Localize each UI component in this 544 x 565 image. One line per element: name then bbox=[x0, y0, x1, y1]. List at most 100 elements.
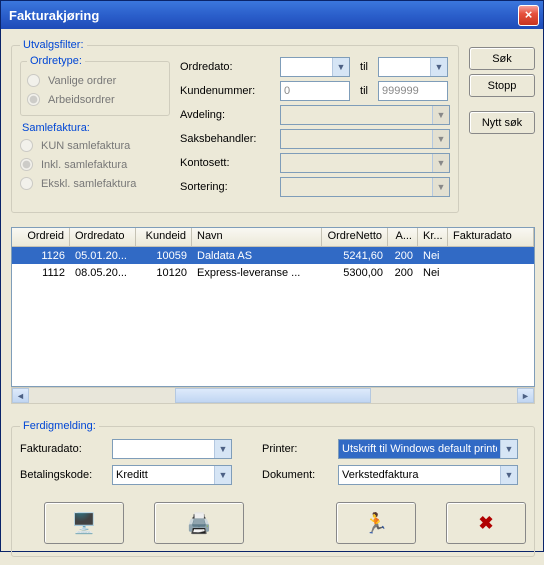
col-ordredato[interactable]: Ordredato bbox=[70, 228, 136, 247]
kontosett-input bbox=[281, 154, 432, 172]
ferdigmelding-legend: Ferdigmelding: bbox=[20, 420, 99, 432]
sortering-input bbox=[281, 178, 432, 196]
fakturadato-input[interactable] bbox=[113, 440, 214, 458]
ordredato-to-combo[interactable]: ▼ bbox=[378, 57, 448, 77]
screen-button[interactable] bbox=[44, 502, 124, 544]
cell bbox=[448, 272, 534, 274]
cancel-button[interactable]: ✖ bbox=[446, 502, 526, 544]
grid-header-row: Ordreid Ordredato Kundeid Navn OrdreNett… bbox=[12, 228, 534, 247]
betalingskode-label: Betalingskode: bbox=[20, 469, 106, 481]
col-kundeid[interactable]: Kundeid bbox=[136, 228, 192, 247]
run-button[interactable] bbox=[336, 502, 416, 544]
horizontal-scrollbar[interactable]: ◄ ► bbox=[11, 387, 535, 404]
window-title: Fakturakjøring bbox=[9, 8, 518, 23]
cell: 05.01.20... bbox=[70, 249, 136, 263]
saksbehandler-label: Saksbehandler: bbox=[180, 133, 280, 145]
close-button[interactable]: × bbox=[518, 5, 539, 26]
dokument-input[interactable] bbox=[339, 466, 500, 484]
saksbehandler-combo[interactable]: ▼ bbox=[280, 129, 450, 149]
scroll-track[interactable] bbox=[29, 388, 517, 403]
fakturadato-label: Fakturadato: bbox=[20, 443, 106, 455]
kundenummer-from-input[interactable] bbox=[280, 81, 350, 101]
sortering-combo[interactable]: ▼ bbox=[280, 177, 450, 197]
filter-fieldset: Utvalgsfilter: Ordretype: Vanlige ordrer… bbox=[11, 39, 459, 213]
table-row[interactable]: 1112 08.05.20... 10120 Express-leveranse… bbox=[12, 264, 534, 281]
printer-input[interactable] bbox=[339, 440, 500, 458]
kun-samlefaktura-label: KUN samlefaktura bbox=[41, 140, 130, 152]
til-label-2: til bbox=[350, 85, 378, 97]
cell: 10120 bbox=[136, 266, 192, 280]
avdeling-input bbox=[281, 106, 432, 124]
printer-combo[interactable]: ▼ bbox=[338, 439, 518, 459]
cell: 1126 bbox=[12, 249, 70, 263]
sok-button[interactable]: Søk bbox=[469, 47, 535, 70]
ordredato-from-combo[interactable]: ▼ bbox=[280, 57, 350, 77]
ordredato-to-input[interactable] bbox=[379, 58, 430, 76]
x-icon: ✖ bbox=[478, 513, 493, 534]
ordredato-from-input[interactable] bbox=[281, 58, 332, 76]
stopp-button[interactable]: Stopp bbox=[469, 74, 535, 97]
dokument-combo[interactable]: ▼ bbox=[338, 465, 518, 485]
chevron-down-icon[interactable]: ▼ bbox=[430, 58, 447, 76]
vanlige-ordrer-label: Vanlige ordrer bbox=[48, 75, 116, 87]
window: Fakturakjøring × Utvalgsfilter: Ordretyp… bbox=[0, 0, 544, 552]
cell: 1112 bbox=[12, 266, 70, 280]
avdeling-combo[interactable]: ▼ bbox=[280, 105, 450, 125]
print-button[interactable] bbox=[154, 502, 244, 544]
cell: 200 bbox=[388, 266, 418, 280]
betalingskode-input[interactable] bbox=[113, 466, 214, 484]
samlefaktura-legend: Samlefaktura: bbox=[22, 122, 170, 134]
fakturadato-combo[interactable]: ▼ bbox=[112, 439, 232, 459]
col-a[interactable]: A... bbox=[388, 228, 418, 247]
cell: 08.05.20... bbox=[70, 266, 136, 280]
client-area: Utvalgsfilter: Ordretype: Vanlige ordrer… bbox=[1, 29, 543, 565]
cell: Nei bbox=[418, 249, 448, 263]
chevron-down-icon[interactable]: ▼ bbox=[432, 178, 449, 196]
ferdigmelding-fieldset: Ferdigmelding: Fakturadato: ▼ Betalingsk… bbox=[11, 420, 535, 557]
printer-icon bbox=[187, 511, 212, 536]
inkl-samlefaktura-radio bbox=[20, 158, 33, 171]
chevron-down-icon[interactable]: ▼ bbox=[500, 466, 517, 484]
chevron-down-icon[interactable]: ▼ bbox=[214, 440, 231, 458]
col-ordreid[interactable]: Ordreid bbox=[12, 228, 70, 247]
cell: Nei bbox=[418, 266, 448, 280]
ordretype-legend: Ordretype: bbox=[27, 55, 85, 67]
results-grid[interactable]: Ordreid Ordredato Kundeid Navn OrdreNett… bbox=[11, 227, 535, 387]
running-man-icon bbox=[364, 511, 389, 536]
cell bbox=[448, 255, 534, 257]
nytt-sok-button[interactable]: Nytt søk bbox=[469, 111, 535, 134]
kontosett-label: Kontosett: bbox=[180, 157, 280, 169]
kundenummer-to-input[interactable] bbox=[378, 81, 448, 101]
filter-legend: Utvalgsfilter: bbox=[20, 39, 87, 51]
cell: 5300,00 bbox=[322, 266, 388, 280]
cell: 10059 bbox=[136, 249, 192, 263]
avdeling-label: Avdeling: bbox=[180, 109, 280, 121]
ordredato-label: Ordredato: bbox=[180, 61, 280, 73]
chevron-down-icon[interactable]: ▼ bbox=[432, 106, 449, 124]
col-fakturadato[interactable]: Fakturadato bbox=[448, 228, 534, 247]
scroll-thumb[interactable] bbox=[175, 388, 370, 403]
col-navn[interactable]: Navn bbox=[192, 228, 322, 247]
inkl-samlefaktura-label: Inkl. samlefaktura bbox=[41, 159, 127, 171]
betalingskode-combo[interactable]: ▼ bbox=[112, 465, 232, 485]
cell: 200 bbox=[388, 249, 418, 263]
scroll-right-icon[interactable]: ► bbox=[517, 388, 534, 403]
col-ordrenetto[interactable]: OrdreNetto bbox=[322, 228, 388, 247]
chevron-down-icon[interactable]: ▼ bbox=[432, 130, 449, 148]
cell: Express-leveranse ... bbox=[192, 266, 322, 280]
ordretype-fieldset: Ordretype: Vanlige ordrer Arbeidsordrer bbox=[20, 55, 170, 116]
vanlige-ordrer-radio bbox=[27, 74, 40, 87]
monitor-icon bbox=[72, 511, 97, 536]
table-row[interactable]: 1126 05.01.20... 10059 Daldata AS 5241,6… bbox=[12, 247, 534, 264]
col-kr[interactable]: Kr... bbox=[418, 228, 448, 247]
chevron-down-icon[interactable]: ▼ bbox=[432, 154, 449, 172]
til-label-1: til bbox=[350, 61, 378, 73]
chevron-down-icon[interactable]: ▼ bbox=[500, 440, 517, 458]
chevron-down-icon[interactable]: ▼ bbox=[214, 466, 231, 484]
titlebar: Fakturakjøring × bbox=[1, 1, 543, 29]
ekskl-samlefaktura-label: Ekskl. samlefaktura bbox=[41, 178, 136, 190]
chevron-down-icon[interactable]: ▼ bbox=[332, 58, 349, 76]
printer-label: Printer: bbox=[262, 443, 332, 455]
kontosett-combo[interactable]: ▼ bbox=[280, 153, 450, 173]
scroll-left-icon[interactable]: ◄ bbox=[12, 388, 29, 403]
